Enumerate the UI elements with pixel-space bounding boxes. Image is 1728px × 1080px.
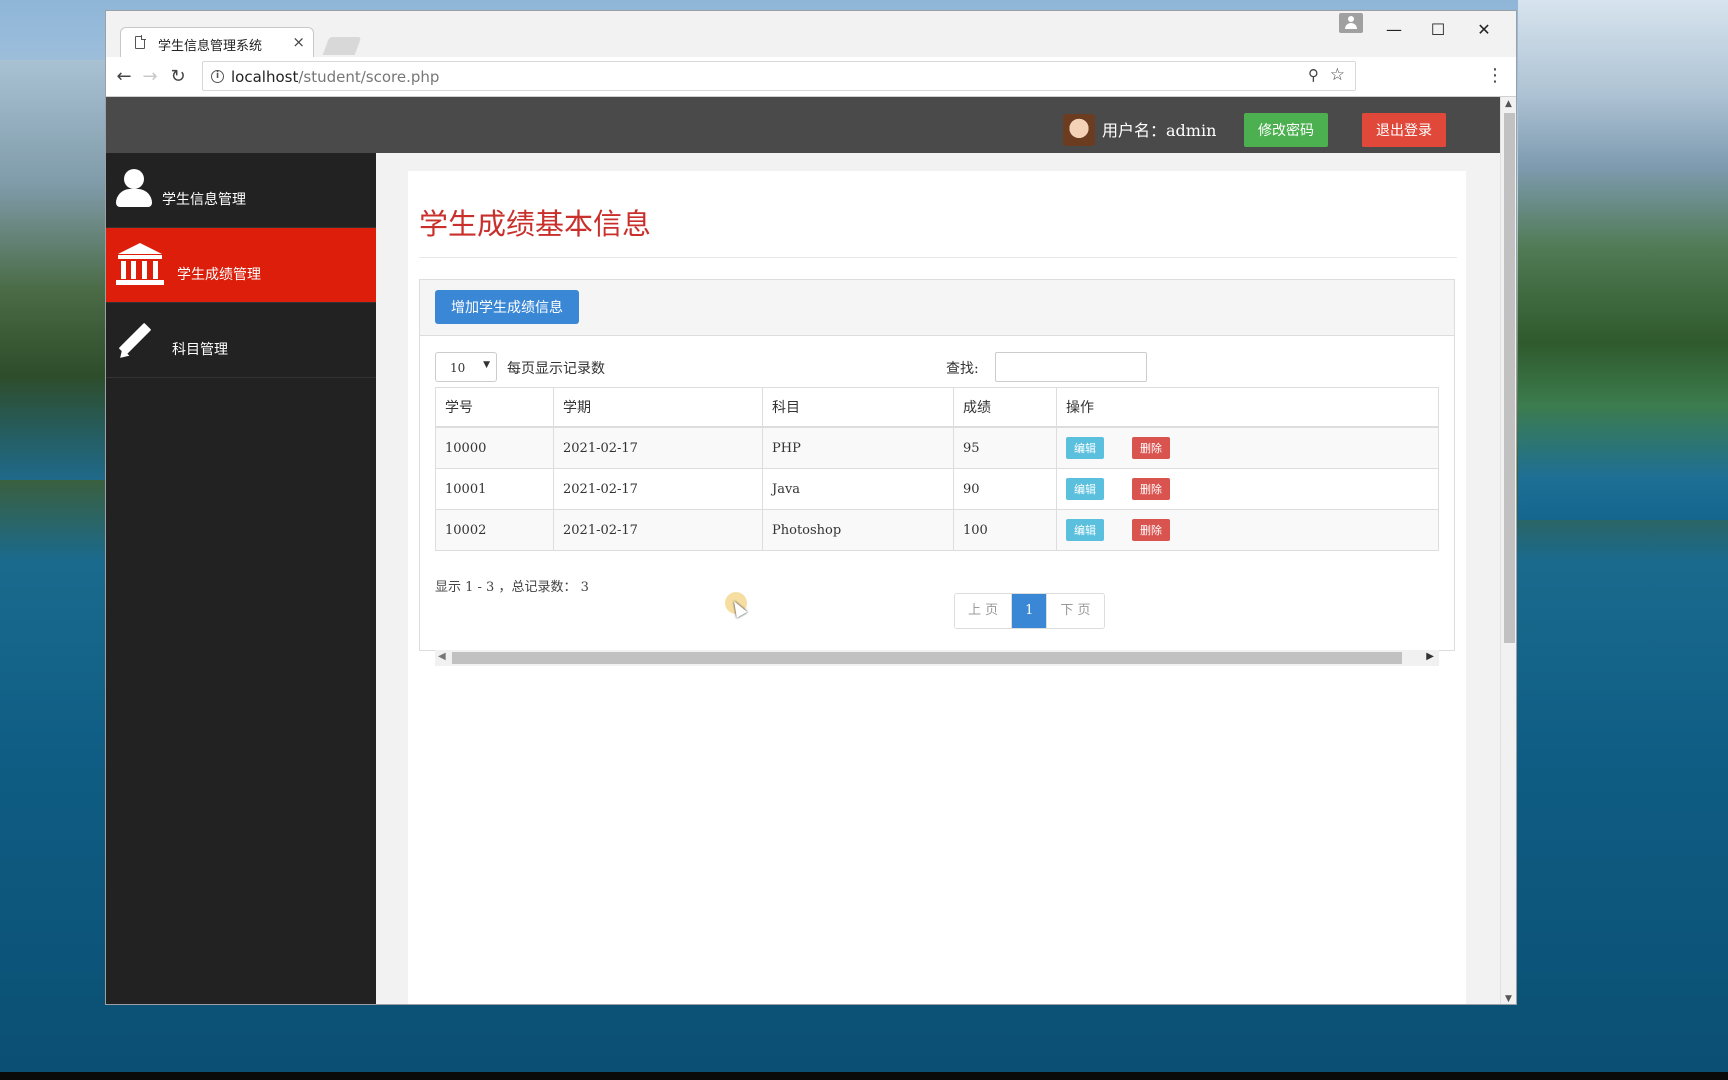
bank-icon — [116, 243, 164, 287]
table-row: 10002 2021-02-17 Photoshop 100 编辑 删除 — [435, 509, 1439, 551]
browser-titlebar: 学生信息管理系统 × — ☐ ✕ — [106, 11, 1516, 59]
pagination: 上 页 1 下 页 — [954, 593, 1105, 629]
sidebar-item-label: 学生信息管理 — [162, 192, 246, 208]
page-title: 学生成绩基本信息 — [419, 207, 652, 241]
column-header-term[interactable]: 学期 — [553, 387, 763, 428]
scroll-left-icon[interactable]: ◀ — [438, 651, 446, 662]
desktop-wallpaper-right — [1518, 0, 1728, 520]
pagination-next[interactable]: 下 页 — [1046, 594, 1104, 628]
column-header-actions: 操作 — [1056, 387, 1439, 428]
url-host: localhost — [231, 68, 299, 86]
scroll-down-icon[interactable]: ▼ — [1505, 994, 1512, 1004]
sidebar-item-student-info[interactable]: 学生信息管理 — [106, 153, 376, 228]
close-window-button[interactable]: ✕ — [1464, 15, 1504, 45]
pagination-prev[interactable]: 上 页 — [955, 594, 1013, 628]
cell-score: 95 — [953, 426, 1057, 469]
cell-actions: 编辑 删除 — [1056, 426, 1439, 469]
panel-header: 增加学生成绩信息 — [420, 280, 1454, 336]
logout-button[interactable]: 退出登录 — [1362, 113, 1446, 147]
table-info-text: 显示 1 - 3 ，总记录数： 3 — [435, 580, 589, 595]
username-label: 用户名：admin — [1102, 121, 1217, 140]
column-header-subject[interactable]: 科目 — [762, 387, 954, 428]
scroll-right-icon[interactable]: ▶ — [1426, 651, 1434, 662]
cell-id: 10002 — [435, 509, 554, 551]
top-navbar: 用户名：admin 修改密码 退出登录 — [106, 97, 1500, 153]
column-header-score[interactable]: 成绩 — [953, 387, 1057, 428]
cell-term: 2021-02-17 — [553, 468, 763, 510]
browser-window: 学生信息管理系统 × — ☐ ✕ ← → ↻ i localhost/stude… — [105, 10, 1517, 1005]
table-row: 10001 2021-02-17 Java 90 编辑 删除 — [435, 468, 1439, 510]
maximize-button[interactable]: ☐ — [1418, 15, 1458, 45]
edit-button[interactable]: 编辑 — [1066, 437, 1104, 459]
new-tab-button[interactable] — [322, 37, 362, 55]
cell-actions: 编辑 删除 — [1056, 509, 1439, 551]
cell-id: 10000 — [435, 426, 554, 469]
cell-subject: Java — [762, 468, 954, 510]
score-table: 学号 学期 科目 成绩 操作 10000 2021-02-17 PHP 95 编… — [435, 387, 1439, 551]
bookmark-star-icon[interactable]: ☆ — [1330, 65, 1345, 85]
edit-button[interactable]: 编辑 — [1066, 519, 1104, 541]
column-header-id[interactable]: 学号 — [435, 387, 554, 428]
tab-close-icon[interactable]: × — [292, 33, 305, 51]
sidebar-item-label: 科目管理 — [172, 342, 228, 358]
cell-subject: Photoshop — [762, 509, 954, 551]
cell-score: 90 — [953, 468, 1057, 510]
search-label: 查找: — [946, 361, 979, 377]
forward-arrow-icon[interactable]: → — [136, 63, 164, 91]
reload-icon[interactable]: ↻ — [164, 63, 192, 91]
document-icon — [135, 35, 146, 49]
page-viewport: 用户名：admin 修改密码 退出登录 学生信息管理 学生成绩管理 科目管理 学… — [106, 97, 1500, 1004]
delete-button[interactable]: 删除 — [1132, 437, 1170, 459]
minimize-button[interactable]: — — [1374, 15, 1414, 45]
cell-id: 10001 — [435, 468, 554, 510]
cell-term: 2021-02-17 — [553, 426, 763, 469]
user-icon — [116, 169, 152, 209]
scroll-up-icon[interactable]: ▲ — [1505, 99, 1512, 109]
cell-term: 2021-02-17 — [553, 509, 763, 551]
pencil-icon — [116, 321, 156, 362]
edit-button[interactable]: 编辑 — [1066, 478, 1104, 500]
page-length-select[interactable]: 10 ▼ — [435, 352, 497, 382]
sidebar: 学生信息管理 学生成绩管理 科目管理 — [106, 153, 376, 1004]
sidebar-item-label: 学生成绩管理 — [177, 267, 261, 283]
page-length-value: 10 — [450, 361, 466, 375]
title-divider — [419, 257, 1457, 258]
sidebar-item-score-management[interactable]: 学生成绩管理 — [106, 228, 376, 303]
desktop-bottom-edge — [0, 1072, 1728, 1080]
url-path: /student/score.php — [298, 68, 440, 86]
chevron-down-icon: ▼ — [483, 360, 490, 370]
table-row: 10000 2021-02-17 PHP 95 编辑 删除 — [435, 426, 1439, 469]
desktop-wallpaper-left — [0, 60, 106, 480]
vertical-scroll-thumb[interactable] — [1504, 113, 1515, 643]
address-bar[interactable]: i localhost/student/score.php ⚲ ☆ — [202, 61, 1356, 91]
back-arrow-icon[interactable]: ← — [110, 63, 138, 91]
url-text: localhost/student/score.php — [231, 68, 439, 86]
delete-button[interactable]: 删除 — [1132, 478, 1170, 500]
page-length-label: 每页显示记录数 — [507, 361, 605, 377]
horizontal-scroll-thumb[interactable] — [452, 652, 1402, 664]
cell-subject: PHP — [762, 426, 954, 469]
browser-menu-icon[interactable]: ⋮ — [1486, 65, 1504, 87]
content-card: 学生成绩基本信息 增加学生成绩信息 10 ▼ 每页显示记录数 查找: 学号 学期… — [408, 171, 1466, 1004]
score-panel: 增加学生成绩信息 10 ▼ 每页显示记录数 查找: 学号 学期 科目 成绩 操作… — [419, 279, 1455, 666]
site-info-icon[interactable]: i — [211, 70, 224, 83]
tab-title: 学生信息管理系统 — [158, 39, 263, 54]
search-input[interactable] — [995, 352, 1147, 382]
browser-toolbar: ← → ↻ i localhost/student/score.php ⚲ ☆ … — [106, 57, 1516, 97]
vertical-scrollbar[interactable]: ▲ ▼ — [1500, 97, 1516, 1004]
cell-actions: 编辑 删除 — [1056, 468, 1439, 510]
change-password-button[interactable]: 修改密码 — [1244, 113, 1328, 147]
profile-icon[interactable] — [1339, 13, 1363, 33]
zoom-icon[interactable]: ⚲ — [1308, 66, 1319, 84]
avatar — [1063, 114, 1095, 146]
delete-button[interactable]: 删除 — [1132, 519, 1170, 541]
table-header-row: 学号 学期 科目 成绩 操作 — [435, 387, 1439, 428]
add-score-button[interactable]: 增加学生成绩信息 — [435, 290, 579, 324]
browser-tab[interactable]: 学生信息管理系统 × — [120, 27, 314, 59]
sidebar-item-subject-management[interactable]: 科目管理 — [106, 303, 376, 378]
pagination-page-1[interactable]: 1 — [1012, 594, 1047, 628]
horizontal-scrollbar[interactable]: ◀ ▶ — [435, 650, 1439, 666]
cell-score: 100 — [953, 509, 1057, 551]
